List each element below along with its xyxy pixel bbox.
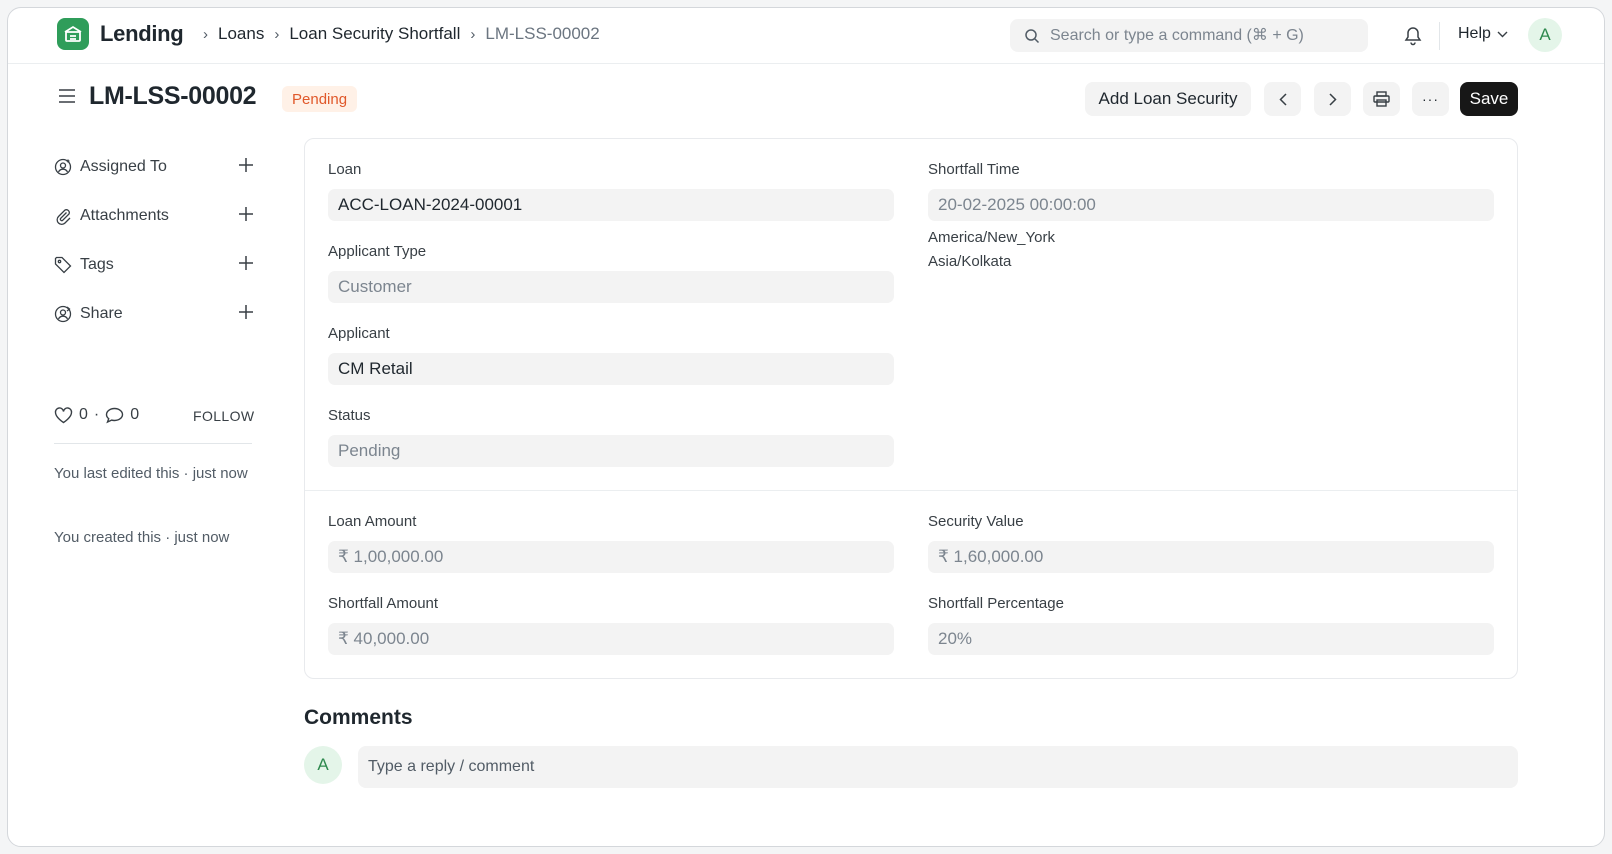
section-divider bbox=[305, 490, 1517, 491]
sidebar-item-label: Tags bbox=[80, 256, 114, 273]
printer-icon bbox=[1373, 91, 1390, 107]
likes-count: 0 bbox=[79, 406, 88, 423]
chevron-right-icon: › bbox=[274, 25, 280, 43]
breadcrumb: › Loans › Loan Security Shortfall › LM-L… bbox=[193, 24, 600, 44]
save-button[interactable]: Save bbox=[1460, 82, 1518, 116]
sidebar-item-label: Assigned To bbox=[80, 158, 167, 175]
help-menu[interactable]: Help bbox=[1458, 25, 1508, 43]
sidebar-item-assigned-to[interactable]: Assigned To bbox=[54, 158, 254, 176]
paperclip-icon bbox=[54, 207, 72, 225]
status-label: Status bbox=[328, 407, 371, 424]
search-icon bbox=[1024, 28, 1040, 44]
hamburger-icon[interactable] bbox=[58, 88, 76, 104]
comments-count: 0 bbox=[130, 406, 140, 423]
loan-field[interactable]: ACC-LOAN-2024-00001 bbox=[328, 189, 894, 221]
chevron-right-icon bbox=[1328, 92, 1337, 106]
chevron-left-icon bbox=[1278, 92, 1287, 106]
timezone-secondary: Asia/Kolkata bbox=[928, 253, 1012, 270]
breadcrumb-loans[interactable]: Loans bbox=[218, 24, 264, 44]
engagement-counts: 0 · 0 bbox=[54, 406, 139, 424]
user-plus-icon bbox=[54, 158, 72, 176]
security-value-field[interactable]: ₹ 1,60,000.00 bbox=[928, 541, 1494, 573]
timezone-primary: America/New_York bbox=[928, 229, 1055, 246]
loan-amount-field[interactable]: ₹ 1,00,000.00 bbox=[328, 541, 894, 573]
tag-icon bbox=[54, 256, 72, 274]
search-input[interactable] bbox=[1050, 26, 1340, 45]
comments-heading: Comments bbox=[304, 706, 413, 729]
shortfall-percentage-label: Shortfall Percentage bbox=[928, 595, 1064, 612]
applicant-field[interactable]: CM Retail bbox=[328, 353, 894, 385]
user-avatar[interactable]: A bbox=[1528, 18, 1562, 52]
comment-input[interactable] bbox=[358, 746, 1518, 788]
comment-avatar: A bbox=[304, 746, 342, 784]
print-button[interactable] bbox=[1363, 82, 1400, 116]
sidebar-item-label: Attachments bbox=[80, 207, 169, 224]
plus-icon[interactable] bbox=[238, 255, 254, 271]
divider bbox=[54, 443, 252, 444]
sidebar-item-tags[interactable]: Tags bbox=[54, 256, 254, 274]
shortfall-amount-field[interactable]: ₹ 40,000.00 bbox=[328, 623, 894, 655]
plus-icon[interactable] bbox=[238, 206, 254, 222]
sidebar-item-share[interactable]: Share bbox=[54, 305, 254, 323]
share-user-icon bbox=[54, 305, 72, 323]
chevron-right-icon: › bbox=[470, 25, 476, 43]
app-name[interactable]: Lending bbox=[100, 21, 184, 47]
more-options-button[interactable]: ··· bbox=[1412, 82, 1449, 116]
applicant-type-field[interactable]: Customer bbox=[328, 271, 894, 303]
separator-dot: · bbox=[93, 406, 100, 423]
breadcrumb-current[interactable]: LM-LSS-00002 bbox=[485, 24, 599, 44]
sidebar-item-attachments[interactable]: Attachments bbox=[54, 207, 254, 225]
form-card: Loan ACC-LOAN-2024-00001 Applicant Type … bbox=[304, 138, 1518, 679]
breadcrumb-loan-security-shortfall[interactable]: Loan Security Shortfall bbox=[289, 24, 460, 44]
sidebar-item-label: Share bbox=[80, 305, 123, 322]
created-note: You created this · just now bbox=[54, 529, 230, 546]
heart-icon[interactable] bbox=[54, 406, 73, 424]
navbar: Lending › Loans › Loan Security Shortfal… bbox=[8, 8, 1604, 64]
app-window: Lending › Loans › Loan Security Shortfal… bbox=[7, 7, 1605, 847]
status-field[interactable]: Pending bbox=[328, 435, 894, 467]
search-bar[interactable] bbox=[1010, 19, 1368, 52]
plus-icon[interactable] bbox=[238, 304, 254, 320]
help-label: Help bbox=[1458, 25, 1491, 42]
page-title: LM-LSS-00002 bbox=[89, 82, 257, 110]
previous-button[interactable] bbox=[1264, 82, 1301, 116]
divider bbox=[1439, 22, 1440, 50]
lending-logo-icon[interactable] bbox=[57, 18, 89, 50]
comment-icon[interactable] bbox=[105, 407, 124, 424]
add-loan-security-button[interactable]: Add Loan Security bbox=[1085, 82, 1251, 116]
shortfall-amount-label: Shortfall Amount bbox=[328, 595, 439, 612]
applicant-label: Applicant bbox=[328, 325, 390, 342]
shortfall-time-label: Shortfall Time bbox=[928, 161, 1020, 178]
bell-icon[interactable] bbox=[1403, 25, 1423, 46]
next-button[interactable] bbox=[1314, 82, 1351, 116]
shortfall-percentage-field[interactable]: 20% bbox=[928, 623, 1494, 655]
loan-label: Loan bbox=[328, 161, 362, 178]
chevron-down-icon bbox=[1497, 31, 1508, 38]
plus-icon[interactable] bbox=[238, 157, 254, 173]
loan-amount-label: Loan Amount bbox=[328, 513, 417, 530]
security-value-label: Security Value bbox=[928, 513, 1024, 530]
status-badge: Pending bbox=[282, 86, 358, 112]
last-edited-note: You last edited this · just now bbox=[54, 465, 248, 482]
applicant-type-label: Applicant Type bbox=[328, 243, 427, 260]
chevron-right-icon: › bbox=[203, 25, 208, 43]
follow-button[interactable]: FOLLOW bbox=[193, 408, 255, 424]
shortfall-time-field[interactable]: 20-02-2025 00:00:00 bbox=[928, 189, 1494, 221]
